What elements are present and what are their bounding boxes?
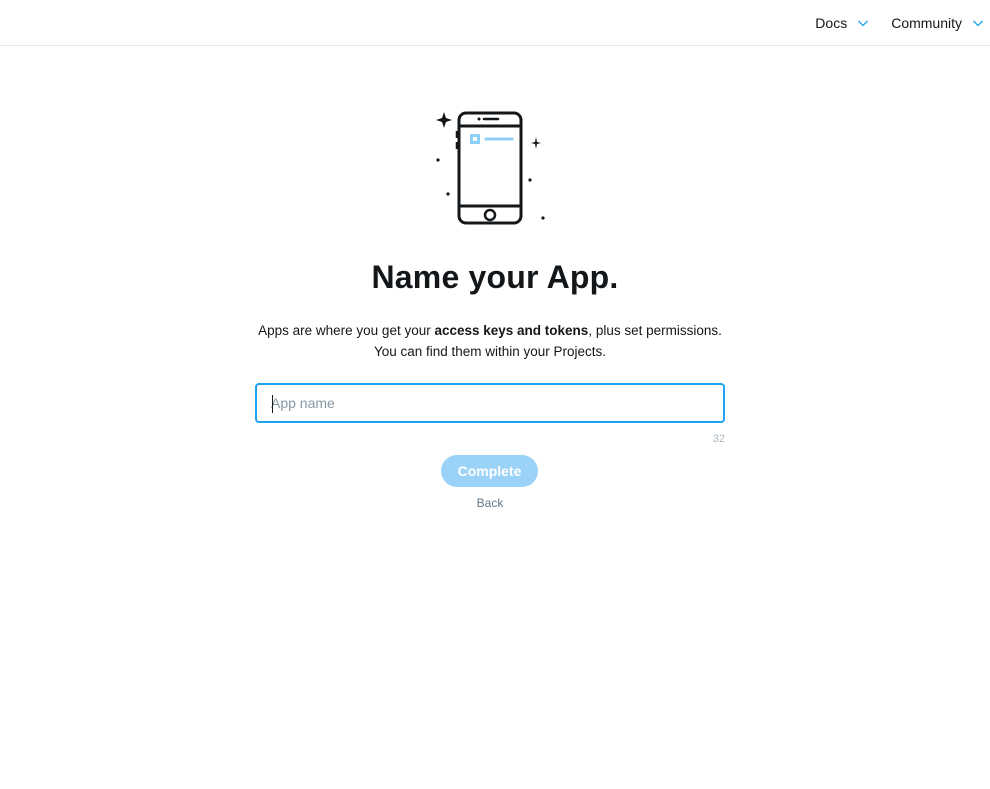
top-nav-bar: Docs Community [0, 0, 990, 46]
chevron-down-icon [857, 17, 869, 29]
description-line-2: You can find them within your Projects. [373, 344, 607, 359]
nav-community-label: Community [891, 15, 962, 31]
text-cursor [272, 395, 273, 413]
description-text-end: , plus set permissions. [588, 323, 722, 338]
chevron-down-icon [972, 17, 984, 29]
page-description: Apps are where you get your access keys … [0, 320, 980, 362]
main-content: Name your App. Apps are where you get yo… [0, 47, 990, 789]
complete-button[interactable]: Complete [441, 455, 538, 487]
app-name-input[interactable] [257, 385, 723, 421]
page-title: Name your App. [371, 259, 619, 295]
top-nav: Docs Community [815, 0, 990, 46]
description-emphasis: access keys and tokens [434, 323, 589, 338]
nav-docs-dropdown[interactable]: Docs [815, 0, 869, 46]
nav-community-dropdown[interactable]: Community [891, 0, 984, 46]
description-text-start: Apps are where you get your [258, 323, 435, 338]
char-counter: 32 [712, 433, 725, 445]
smartphone-sparkle-icon [430, 108, 550, 228]
description-line-1: Apps are where you get your access keys … [0, 320, 980, 341]
nav-docs-label: Docs [815, 15, 848, 31]
back-link[interactable]: Back [440, 496, 540, 510]
app-name-field[interactable] [255, 383, 725, 423]
